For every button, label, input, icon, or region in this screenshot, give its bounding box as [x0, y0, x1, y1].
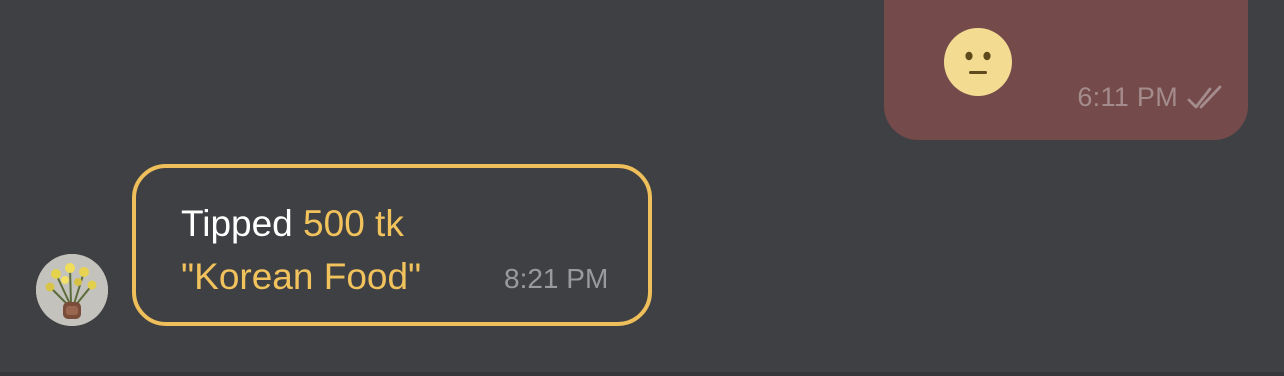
tip-message-bubble[interactable]: Tipped 500 tk "Korean Food" 8:21 PM	[132, 164, 652, 326]
tip-time: 8:21 PM	[504, 263, 609, 294]
avatar[interactable]	[36, 254, 108, 326]
tip-summary: Tipped 500 tk	[181, 203, 404, 245]
outgoing-message-bubble[interactable]: 6:11 PM	[884, 0, 1248, 140]
message-time: 6:11 PM	[1077, 82, 1178, 112]
chat-bottom-divider	[0, 372, 1284, 376]
tip-amount: 500 tk	[303, 203, 404, 244]
double-check-icon	[1187, 85, 1222, 108]
tip-note: "Korean Food"	[181, 256, 422, 297]
tip-prefix: Tipped	[181, 203, 293, 244]
outgoing-message-meta: 6:11 PM	[1077, 82, 1230, 113]
flower-avatar-image	[36, 254, 108, 326]
neutral-face-icon	[944, 28, 1012, 96]
